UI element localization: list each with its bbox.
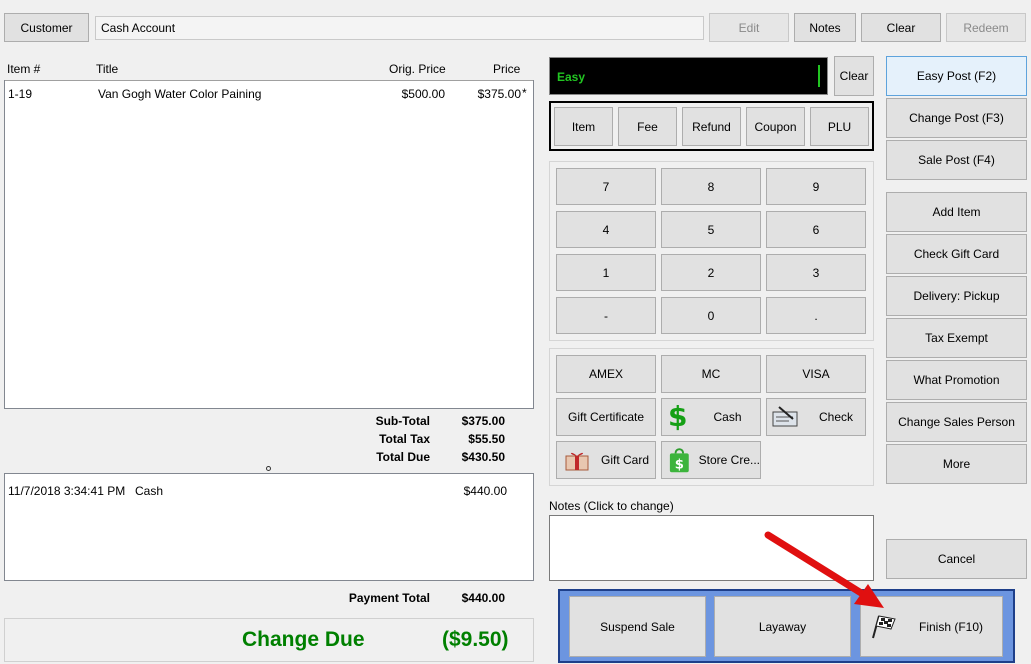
total-due-label: Total Due (376, 450, 430, 464)
customer-field[interactable]: Cash Account (95, 16, 704, 40)
key-2[interactable]: 2 (661, 254, 761, 291)
header-divider (5, 80, 533, 81)
text-cursor (818, 65, 820, 87)
check-label: Check (819, 410, 854, 424)
mc-button[interactable]: MC (661, 355, 761, 393)
entry-type-group: Item Fee Refund Coupon PLU (549, 101, 874, 151)
item-price-flag: * (522, 86, 527, 100)
key-minus[interactable]: - (556, 297, 656, 334)
store-credit-label: Store Cre... (698, 453, 760, 467)
refund-type-button[interactable]: Refund (682, 107, 741, 146)
item-number: 1-19 (8, 87, 33, 101)
column-header-item[interactable]: Item # (7, 62, 40, 76)
notes-button[interactable]: Notes (794, 13, 856, 42)
fee-type-button[interactable]: Fee (618, 107, 677, 146)
store-credit-button[interactable]: $ Store Cre... (661, 441, 761, 479)
clear-entry-button[interactable]: Clear (834, 56, 874, 96)
redeem-button[interactable]: Redeem (946, 13, 1026, 42)
subtotal-label: Sub-Total (375, 414, 430, 428)
item-orig-price: $500.00 (401, 87, 445, 101)
change-due-value: ($9.50) (442, 628, 509, 651)
change-post-button[interactable]: Change Post (F3) (886, 98, 1027, 138)
checkered-flag-icon (872, 614, 896, 638)
easy-post-button[interactable]: Easy Post (F2) (886, 56, 1027, 96)
table-row[interactable]: 1-19 Van Gogh Water Color Paining $500.0… (5, 83, 533, 105)
dollar-sign-icon: $ (668, 400, 688, 433)
total-tax-value: $55.50 (468, 432, 505, 446)
cash-label: Cash (713, 410, 742, 424)
notes-field[interactable] (549, 515, 874, 581)
keypad-group: 7 8 9 4 5 6 1 2 3 - 0 . (549, 161, 874, 341)
customer-button[interactable]: Customer (4, 13, 89, 42)
subtotal-value: $375.00 (461, 414, 505, 428)
column-header-title[interactable]: Title (96, 62, 118, 76)
column-header-orig-price[interactable]: Orig. Price (389, 62, 446, 76)
more-button[interactable]: More (886, 444, 1027, 484)
suspend-sale-button[interactable]: Suspend Sale (569, 596, 706, 657)
splitter-handle[interactable] (266, 466, 271, 471)
payments-list[interactable]: 11/7/2018 3:34:41 PM Cash $440.00 (4, 473, 534, 581)
delivery-button[interactable]: Delivery: Pickup (886, 276, 1027, 316)
change-sales-person-button[interactable]: Change Sales Person (886, 402, 1027, 442)
key-8[interactable]: 8 (661, 168, 761, 205)
notes-label: Notes (Click to change) (549, 499, 674, 513)
finish-label: Finish (F10) (919, 619, 984, 634)
payment-amount: $440.00 (463, 484, 507, 498)
key-7[interactable]: 7 (556, 168, 656, 205)
coupon-type-button[interactable]: Coupon (746, 107, 805, 146)
payment-row[interactable]: 11/7/2018 3:34:41 PM Cash $440.00 (5, 482, 533, 502)
item-type-button[interactable]: Item (554, 107, 613, 146)
plu-type-button[interactable]: PLU (810, 107, 869, 146)
key-6[interactable]: 6 (766, 211, 866, 248)
items-list[interactable]: 1-19 Van Gogh Water Color Paining $500.0… (4, 80, 534, 409)
change-due-box: Change Due ($9.50) (4, 618, 534, 662)
change-due-label: Change Due (242, 628, 365, 651)
key-3[interactable]: 3 (766, 254, 866, 291)
clear-customer-button[interactable]: Clear (861, 13, 941, 42)
key-9[interactable]: 9 (766, 168, 866, 205)
key-0[interactable]: 0 (661, 297, 761, 334)
item-price: $375.00 (477, 87, 521, 101)
payment-date: 11/7/2018 3:34:41 PM (8, 484, 126, 498)
layaway-button[interactable]: Layaway (714, 596, 851, 657)
key-4[interactable]: 4 (556, 211, 656, 248)
finish-button[interactable]: Finish (F10) (860, 596, 1003, 657)
check-gift-card-button[interactable]: Check Gift Card (886, 234, 1027, 274)
gift-card-button[interactable]: Gift Card (556, 441, 656, 479)
gift-card-label: Gift Card (601, 453, 650, 467)
svg-text:$: $ (675, 457, 684, 472)
total-due-value: $430.50 (461, 450, 505, 464)
key-decimal[interactable]: . (766, 297, 866, 334)
add-item-button[interactable]: Add Item (886, 192, 1027, 232)
column-header-price[interactable]: Price (493, 62, 520, 76)
entry-display[interactable]: Easy (549, 57, 828, 95)
payment-method: Cash (135, 484, 164, 498)
finish-bar: Suspend Sale Layaway Finish (F10) (558, 589, 1015, 663)
visa-button[interactable]: VISA (766, 355, 866, 393)
payment-total-label: Payment Total (348, 591, 430, 605)
tax-exempt-button[interactable]: Tax Exempt (886, 318, 1027, 358)
key-1[interactable]: 1 (556, 254, 656, 291)
gift-certificate-button[interactable]: Gift Certificate (556, 398, 656, 436)
tender-group: AMEX MC VISA Gift Certificate $ Cash Che… (549, 348, 874, 486)
gift-box-icon (565, 452, 589, 471)
item-title: Van Gogh Water Color Paining (98, 87, 262, 101)
shopping-bag-icon: $ (669, 448, 689, 472)
cash-button[interactable]: $ Cash (661, 398, 761, 436)
amex-button[interactable]: AMEX (556, 355, 656, 393)
entry-mode-text: Easy (557, 70, 586, 84)
cancel-button[interactable]: Cancel (886, 539, 1027, 579)
payment-total-value: $440.00 (461, 591, 505, 605)
edit-button[interactable]: Edit (709, 13, 789, 42)
check-writing-icon (772, 406, 798, 427)
check-button[interactable]: Check (766, 398, 866, 436)
total-tax-label: Total Tax (379, 432, 430, 446)
what-promotion-button[interactable]: What Promotion (886, 360, 1027, 400)
key-5[interactable]: 5 (661, 211, 761, 248)
sale-post-button[interactable]: Sale Post (F4) (886, 140, 1027, 180)
